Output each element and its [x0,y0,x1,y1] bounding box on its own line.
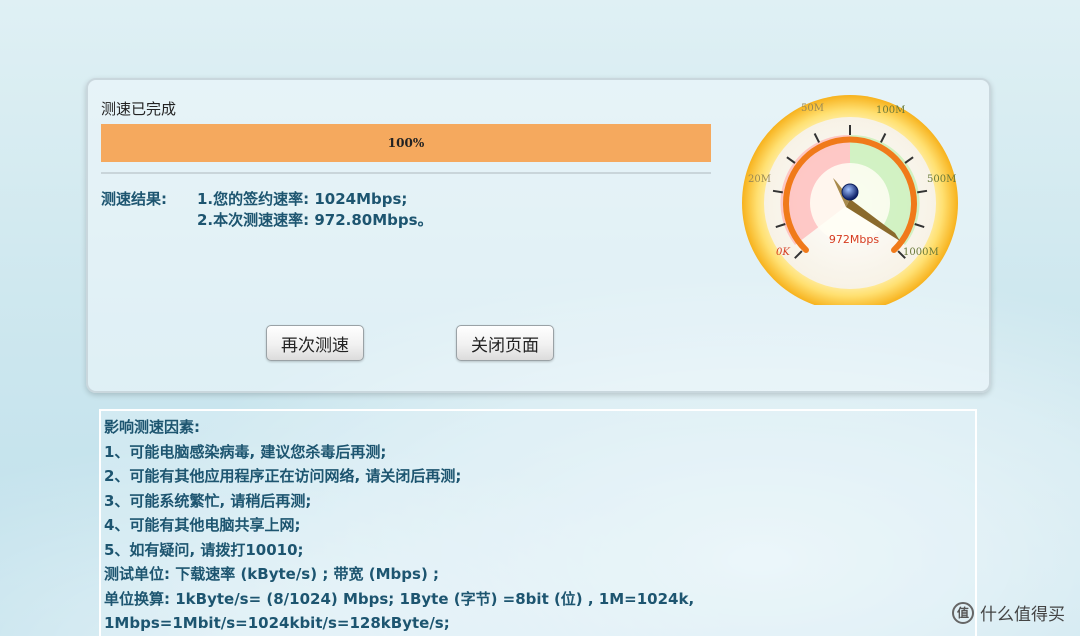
watermark-text: 什么值得买 [980,605,1065,625]
factor-line: 测试单位: 下载速率 (kByte/s) ; 带宽 (Mbps) ; [104,565,440,583]
tick-label-1000m: 1000M [903,247,939,258]
retest-button[interactable]: 再次测速 [266,325,364,361]
watermark: 值 什么值得买 [952,600,1065,625]
factor-line: 1Mbps=1Mbit/s=1024kbit/s=128kByte/s; [104,614,450,632]
gauge-hub [841,183,859,201]
tick-label-500m: 500M [927,174,956,185]
progress-label: 100% [387,136,425,150]
status-text: 测速已完成 [101,100,177,118]
factors-title: 影响测速因素: [104,418,200,436]
factor-line: 5、如有疑问, 请拨打10010; [104,540,304,559]
divider [101,172,711,174]
progress-bar: 100% [101,124,711,162]
factor-list: 影响测速因素: 1、可能电脑感染病毒, 建议您杀毒后再测; 2、可能有其他应用程序正… [104,415,972,636]
factor-line: 4、可能有其他电脑共享上网; [104,516,301,534]
factor-line: 2、可能有其他应用程序正在访问网络, 请关闭后再测; [104,467,462,485]
close-page-button[interactable]: 关闭页面 [456,325,554,361]
factor-line: 3、可能系统繁忙, 请稍后再测; [104,491,312,510]
tick-label-0k: 0K [776,247,790,258]
tick-label-100m: 100M [876,105,905,116]
watermark-badge: 值 [952,601,974,624]
result-label: 测速结果: [101,190,167,208]
factor-line: 1、可能电脑感染病毒, 建议您杀毒后再测; [104,442,387,461]
speed-gauge: 0K 20M 50M 100M 500M 1000M 972Mbps [742,95,958,305]
factors-box: 影响测速因素: 1、可能电脑感染病毒, 建议您杀毒后再测; 2、可能有其他应用程序正… [99,409,977,636]
contract-speed: 1.您的签约速率: 1024Mbps; [197,190,408,208]
factor-line: 单位换算: 1kByte/s= (8/1024) Mbps; 1Byte (字节… [104,589,695,608]
tick-label-50m: 50M [801,103,824,114]
measured-speed: 2.本次测速速率: 972.80Mbps。 [197,211,433,229]
tick-label-20m: 20M [748,174,771,185]
gauge-reading: 972Mbps [829,233,879,246]
